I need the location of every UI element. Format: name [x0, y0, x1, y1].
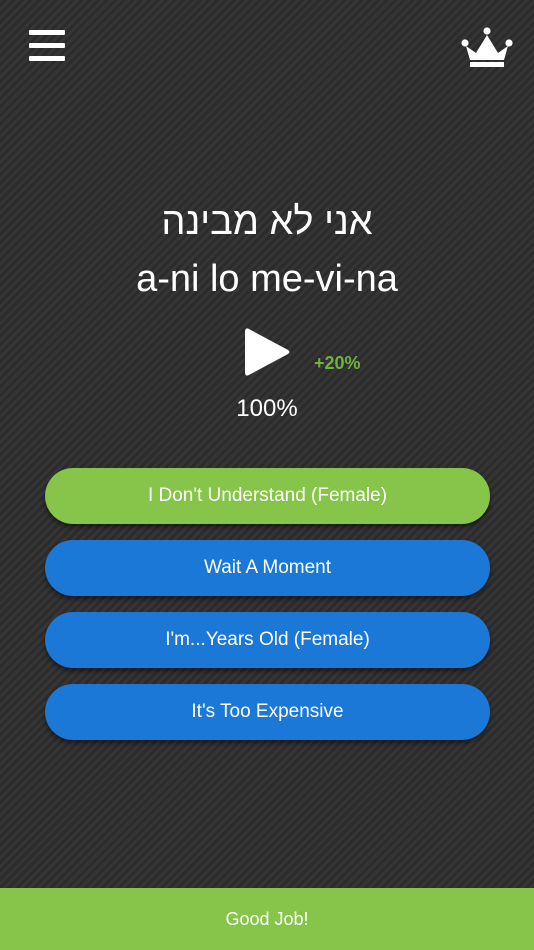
- hamburger-menu-icon: [29, 56, 65, 61]
- answer-option-label: It's Too Expensive: [191, 701, 344, 722]
- bonus-badge: +20%: [314, 353, 361, 373]
- hamburger-menu-icon: [29, 43, 65, 48]
- answer-option-label: I'm...Years Old (Female): [165, 629, 370, 650]
- answer-option-label: Wait A Moment: [203, 557, 332, 578]
- feedback-bar[interactable]: Good Job!: [0, 888, 534, 950]
- answer-option[interactable]: It's Too Expensive: [45, 684, 490, 740]
- phrase-transliteration: a-ni lo me-vi-na: [136, 258, 398, 300]
- play-icon: [245, 328, 290, 376]
- hamburger-menu-icon: [29, 30, 65, 35]
- phrase-native-text: אני לא מבינה: [161, 201, 373, 243]
- answer-option[interactable]: Wait A Moment: [45, 540, 490, 596]
- answer-option-correct[interactable]: I Don't Understand (Female): [45, 468, 490, 524]
- crown-icon: [461, 27, 513, 67]
- feedback-label: Good Job!: [225, 908, 309, 929]
- answer-option[interactable]: I'm...Years Old (Female): [45, 612, 490, 668]
- answer-option-label: I Don't Understand (Female): [147, 485, 388, 506]
- answer-options: I Don't Understand (Female) Wait A Momen…: [45, 468, 490, 756]
- play-audio-button[interactable]: [245, 326, 291, 378]
- premium-button[interactable]: [461, 26, 513, 68]
- menu-button[interactable]: [29, 30, 65, 62]
- progress-percent: 100%: [236, 395, 298, 422]
